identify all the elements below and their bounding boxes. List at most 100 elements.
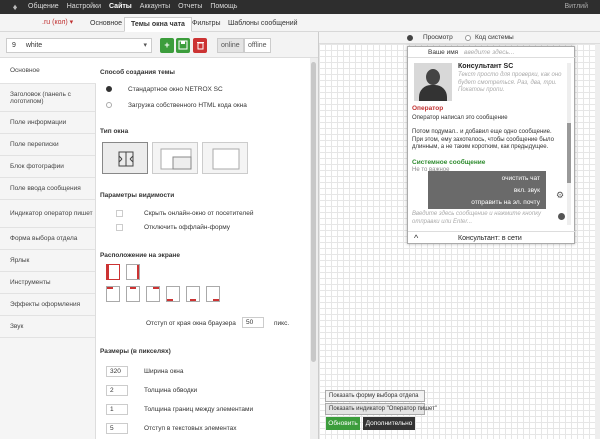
sidemenu-item-sound[interactable]: Звук	[0, 316, 95, 338]
creation-standard-radio[interactable]	[106, 86, 112, 92]
menu-item-sound-on[interactable]: вкл. звук	[514, 187, 540, 194]
show-typing-indicator-option[interactable]: Показать индикатор "Оператор пишет"	[325, 403, 437, 415]
chevron-down-icon: ▾	[143, 42, 147, 49]
system-message-label: Системное сообщение	[412, 159, 486, 166]
disable-offline-checkbox[interactable]	[116, 224, 123, 231]
theme-number: 9	[12, 42, 16, 49]
sidemenu-item-department-form[interactable]: Форма выбора отдела	[0, 228, 95, 250]
position-bottom-center[interactable]	[186, 286, 200, 302]
sizes-title: Размеры (в пикселях)	[100, 348, 171, 355]
user-name[interactable]: Витлий	[564, 0, 588, 14]
canvas-scrollbar[interactable]	[595, 44, 600, 439]
plus-icon: +	[164, 40, 170, 50]
position-left-top[interactable]	[106, 264, 120, 280]
sidemenu-item-basic[interactable]: Основное	[0, 58, 96, 84]
hide-online-checkbox[interactable]	[116, 210, 123, 217]
offset-input[interactable]: 50	[242, 317, 264, 328]
hide-online-label: Скрыть онлайн-окно от посетителей	[144, 210, 254, 217]
visitor-name-row: Ваше имя введите здесь...	[408, 47, 576, 58]
sidemenu-item-conversation[interactable]: Поле переписки	[0, 134, 95, 156]
nav-item-sites[interactable]: Сайты	[109, 0, 132, 14]
gear-icon[interactable]: ⚙	[556, 190, 564, 201]
sidemenu-item-tools[interactable]: Инструменты	[0, 272, 95, 294]
collapse-chevron-icon[interactable]: ^	[414, 233, 418, 243]
delete-theme-button[interactable]	[193, 38, 207, 53]
menu-item-clear-chat[interactable]: очистить чат	[502, 175, 540, 182]
form-scrollbar-thumb[interactable]	[311, 62, 316, 362]
window-width-input[interactable]: 320	[106, 366, 128, 377]
add-theme-button[interactable]: +	[160, 38, 174, 53]
operator-label: Оператор	[412, 105, 444, 112]
position-right-top[interactable]	[126, 264, 140, 280]
window-type-corner[interactable]	[152, 142, 198, 174]
tab-message-templates[interactable]: Шаблоны сообщений	[222, 17, 304, 32]
sidemenu-item-typing-indicator[interactable]: Индикатор оператор пишет	[0, 200, 95, 228]
chat-footer: ^ Консультант: в сети	[408, 231, 576, 245]
padding-label: Отступ в текстовых элементах	[144, 425, 237, 432]
sidemenu-item-effects[interactable]: Эффекты оформления	[0, 294, 95, 316]
tab-basic[interactable]: Основное	[84, 17, 128, 32]
sidemenu-item-info-field[interactable]: Поле информации	[0, 112, 95, 134]
stroke-width-input[interactable]: 2	[106, 385, 128, 396]
theme-toolbar: 9 white ▾ + online offline	[0, 32, 318, 58]
sidebar-window-icon	[118, 151, 134, 167]
sidemenu-item-photo-block[interactable]: Блок фотографии	[0, 156, 95, 178]
update-button[interactable]: Обновить	[326, 417, 360, 430]
main-nav: Общение Настройки Сайты Аккаунты Отчеты …	[28, 0, 245, 14]
nav-item-settings[interactable]: Настройки	[67, 0, 101, 14]
padding-input[interactable]: 5	[106, 423, 128, 434]
code-mode-label: Код системы	[475, 34, 514, 41]
preview-canvas: Просмотр Код системы Ваше имя введите зд…	[318, 32, 600, 439]
trash-icon	[196, 42, 204, 50]
border-width-input[interactable]: 1	[106, 404, 128, 415]
chat-scrollbar[interactable]	[567, 63, 571, 225]
settings-form: Способ создания темы Стандартное окно NE…	[96, 58, 310, 439]
position-bottom-right[interactable]	[206, 286, 220, 302]
nav-item-chat[interactable]: Общение	[28, 0, 59, 14]
position-bottom-left[interactable]	[166, 286, 180, 302]
menu-item-send-email[interactable]: отправить на эл. почту	[471, 199, 540, 206]
sidemenu-item-input-field[interactable]: Поле ввода сообщения	[0, 178, 95, 200]
chat-scrollbar-thumb[interactable]	[567, 123, 571, 183]
creation-method-title: Способ создания темы	[100, 69, 175, 76]
form-scrollbar[interactable]	[310, 58, 318, 439]
theme-select[interactable]: 9 white ▾	[6, 38, 152, 53]
window-type-sidebar[interactable]	[102, 142, 148, 174]
tab-chat-themes[interactable]: Темы окна чата	[124, 17, 192, 32]
preview-mode-label: Просмотр	[423, 34, 453, 41]
preview-mode-radio[interactable]	[407, 35, 413, 41]
visitor-name-label: Ваше имя	[428, 49, 459, 56]
code-mode-radio[interactable]	[465, 35, 471, 41]
chat-window-preview: Ваше имя введите здесь... Консультант SC…	[407, 46, 576, 245]
nav-item-accounts[interactable]: Аккаунты	[140, 0, 170, 14]
show-department-form-option[interactable]: Показать форму выбора отдела	[325, 390, 425, 402]
visitor-name-input[interactable]: введите здесь...	[464, 49, 514, 56]
nav-item-help[interactable]: Помощь	[210, 0, 237, 14]
window-type-modal[interactable]	[202, 142, 248, 174]
offline-state-button[interactable]: offline	[244, 38, 271, 53]
site-selector[interactable]: .ru (кол) ▾	[42, 18, 73, 26]
sidemenu-item-header[interactable]: Заголовок (панель с логотипом)	[0, 84, 95, 112]
nav-item-reports[interactable]: Отчеты	[178, 0, 202, 14]
view-mode-bar: Просмотр Код системы	[319, 32, 600, 44]
message-input[interactable]: Введите здесь сообщение и нажмите кнопку…	[412, 211, 552, 226]
top-navigation-bar: ♦ Общение Настройки Сайты Аккаунты Отчет…	[0, 0, 600, 14]
visibility-title: Параметры видимости	[100, 192, 175, 199]
online-state-button[interactable]: online	[217, 38, 244, 53]
consultant-avatar	[414, 63, 452, 101]
position-top-center[interactable]	[126, 286, 140, 302]
sidemenu-item-label[interactable]: Ярлык	[0, 250, 95, 272]
position-top-right[interactable]	[146, 286, 160, 302]
operator-message: Потом подумал.. и добавил еще одно сообщ…	[412, 129, 554, 150]
app-logo-icon[interactable]: ♦	[10, 2, 20, 12]
save-icon	[178, 40, 188, 50]
offset-unit: пикс.	[274, 320, 290, 327]
tab-filters[interactable]: Фильтры	[186, 17, 227, 32]
consultant-name: Консультант SC	[458, 63, 514, 70]
more-options-button[interactable]: Дополнительно	[363, 417, 415, 430]
creation-html-label: Загрузка собственного HTML кода окна	[128, 102, 247, 109]
creation-standard-label: Стандартное окно NETROX SC	[128, 86, 223, 93]
creation-html-radio[interactable]	[106, 102, 112, 108]
position-top-left[interactable]	[106, 286, 120, 302]
save-theme-button[interactable]	[176, 38, 190, 53]
